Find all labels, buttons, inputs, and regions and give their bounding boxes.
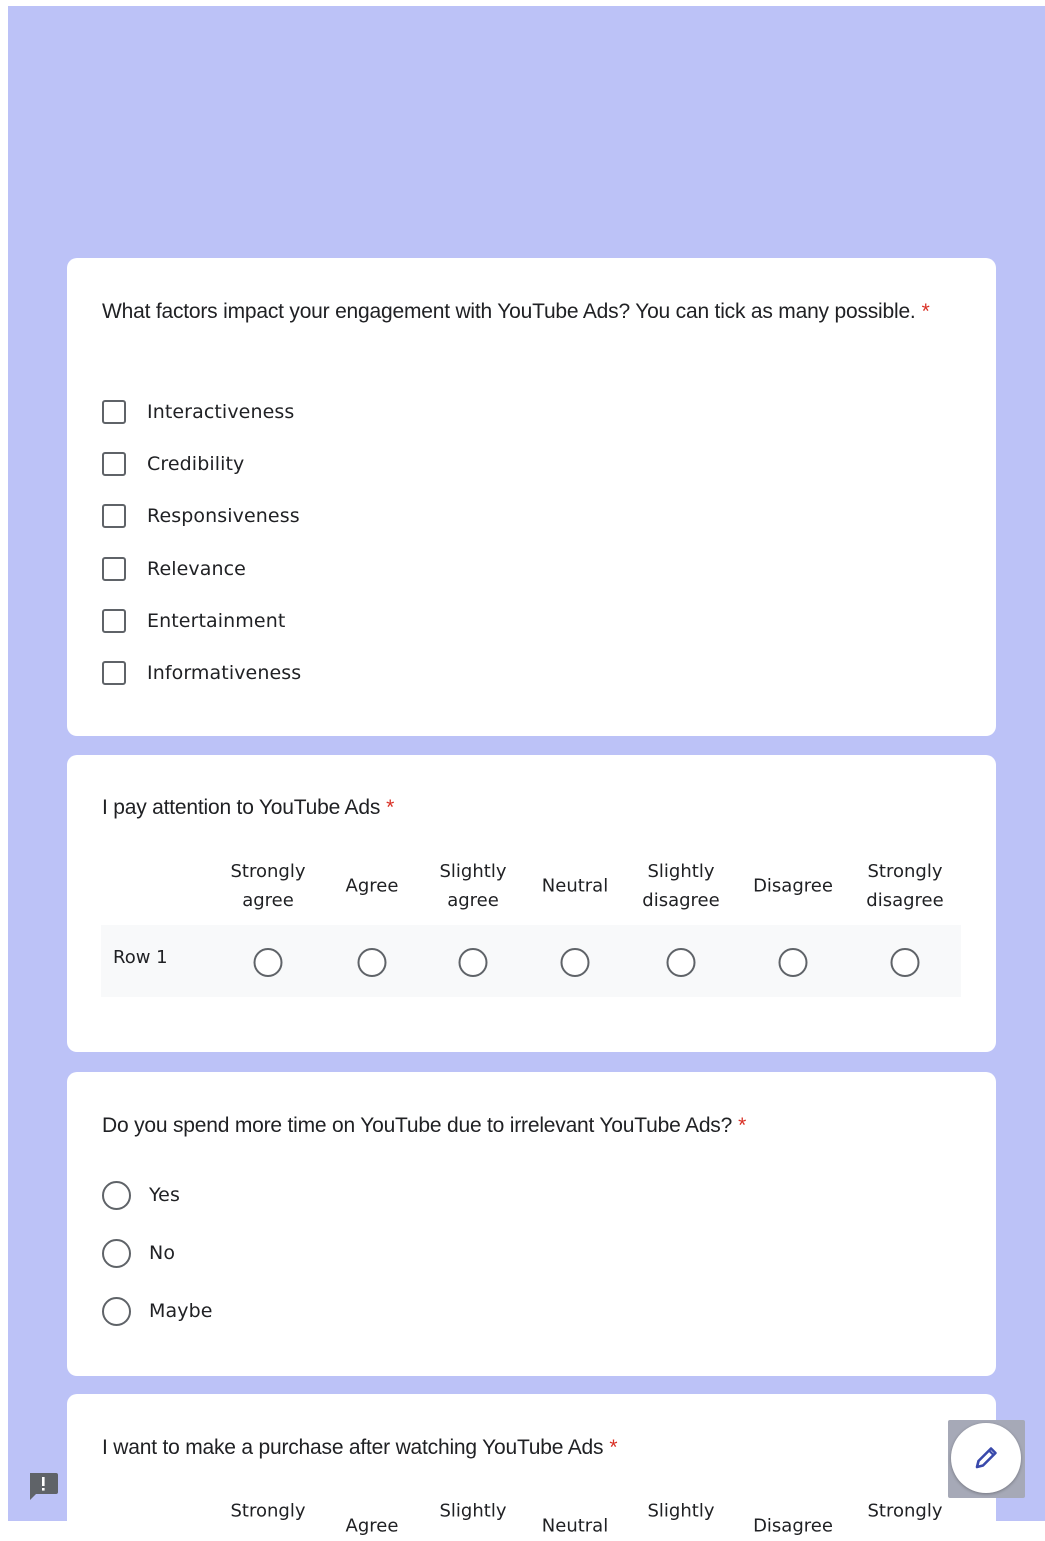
grid-column-header: Neutral <box>541 1515 609 1537</box>
radio-option[interactable]: Yes <box>102 1180 180 1210</box>
required-asterisk: * <box>921 300 930 323</box>
option-label: Informativeness <box>147 662 302 684</box>
question-card-time-spent: Do you spend more time on YouTube due to… <box>67 1072 996 1376</box>
grid-column-header: Disagree <box>753 1515 833 1537</box>
grid-column-header: Slightly <box>439 1500 507 1522</box>
option-label: No <box>149 1242 176 1264</box>
option-label: Entertainment <box>147 610 286 632</box>
row-label: Row 1 <box>113 947 168 968</box>
checkbox-option[interactable]: Responsiveness <box>102 501 300 531</box>
required-asterisk: * <box>609 1436 618 1459</box>
grid-column-header: Strongly agree <box>230 861 306 911</box>
checkbox-option[interactable]: Entertainment <box>102 606 285 636</box>
checkbox-option[interactable]: Interactiveness <box>102 397 294 427</box>
checkbox[interactable] <box>102 661 126 685</box>
edit-button-circle[interactable] <box>951 1423 1021 1493</box>
option-label: Relevance <box>147 558 246 580</box>
grid-radio[interactable] <box>253 948 283 977</box>
option-label: Credibility <box>147 453 245 475</box>
grid-radio[interactable] <box>458 948 488 977</box>
question-title: What factors impact your engagement with… <box>102 300 930 323</box>
grid-column-header: Strongly <box>867 1500 943 1522</box>
grid-radio[interactable] <box>890 948 920 977</box>
checkbox[interactable] <box>102 400 126 424</box>
option-label: Yes <box>149 1184 180 1206</box>
grid-column-header: Neutral <box>541 875 609 897</box>
checkbox-option[interactable]: Credibility <box>102 449 244 479</box>
checkbox[interactable] <box>102 452 126 476</box>
grid-column-header: Agree <box>345 1515 399 1537</box>
pencil-icon <box>975 1447 997 1469</box>
grid-column-header: Strongly <box>230 1500 306 1522</box>
question-title: I want to make a purchase after watching… <box>102 1436 618 1459</box>
grid-column-header: Slightly agree <box>439 861 507 911</box>
grid-row: Row 1 <box>101 925 961 997</box>
grid-radio[interactable] <box>357 948 387 977</box>
checkbox[interactable] <box>102 557 126 581</box>
radio-button[interactable] <box>102 1296 131 1326</box>
radio-button[interactable] <box>102 1180 131 1210</box>
radio-option[interactable]: No <box>102 1238 175 1268</box>
grid-column-header: Strongly disagree <box>866 861 944 911</box>
required-asterisk: * <box>738 1114 747 1137</box>
checkbox-option[interactable]: Relevance <box>102 554 246 584</box>
grid-radio[interactable] <box>560 948 590 977</box>
question-card-attention: I pay attention to YouTube Ads * Strongly… <box>67 755 996 1052</box>
report-issue-icon[interactable] <box>27 1471 59 1501</box>
edit-button[interactable] <box>948 1420 1025 1498</box>
question-title: I pay attention to YouTube Ads * <box>102 796 395 819</box>
grid-column-header: Disagree <box>753 875 833 897</box>
checkbox[interactable] <box>102 504 126 528</box>
question-card-factors: What factors impact your engagement with… <box>67 258 996 736</box>
radio-button[interactable] <box>102 1238 131 1268</box>
option-label: Responsiveness <box>147 505 300 527</box>
required-asterisk: * <box>386 796 395 819</box>
radio-option[interactable]: Maybe <box>102 1296 213 1326</box>
grid-column-header: Agree <box>345 875 399 897</box>
grid-radio[interactable] <box>666 948 696 977</box>
grid-radio[interactable] <box>778 948 808 977</box>
checkbox-option[interactable]: Informativeness <box>102 658 301 688</box>
checkbox[interactable] <box>102 609 126 633</box>
option-label: Interactiveness <box>147 401 295 423</box>
grid-column-header: Slightly disagree <box>642 861 720 911</box>
question-card-purchase: I want to make a purchase after watching… <box>67 1394 996 1537</box>
option-label: Maybe <box>149 1300 213 1322</box>
question-title: Do you spend more time on YouTube due to… <box>102 1114 747 1137</box>
grid-column-header: Slightly <box>647 1500 715 1522</box>
